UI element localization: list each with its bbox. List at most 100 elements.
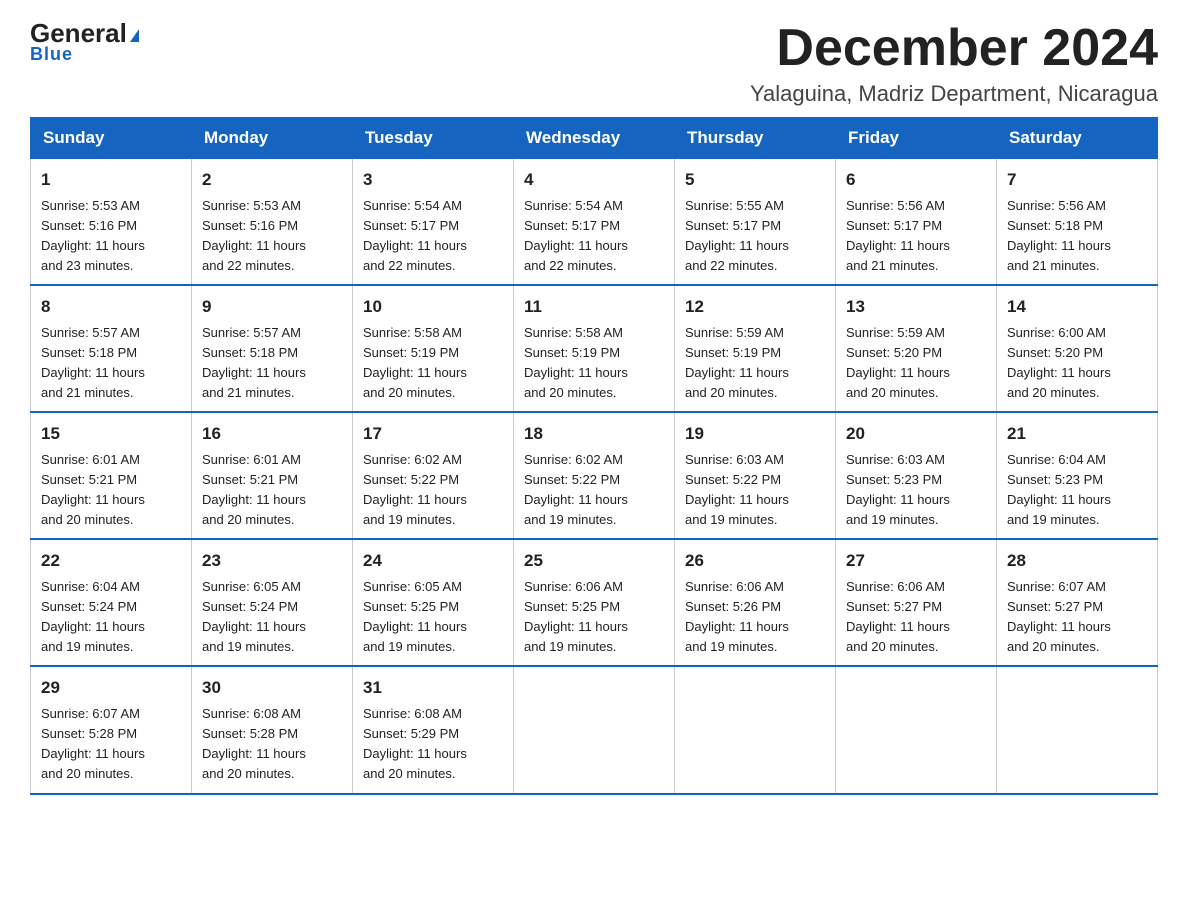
day-number: 31 bbox=[363, 675, 503, 701]
logo-general-text: General bbox=[30, 20, 139, 46]
month-year-title: December 2024 bbox=[750, 20, 1158, 77]
day-info: Sunrise: 6:07 AMSunset: 5:28 PMDaylight:… bbox=[41, 706, 145, 781]
calendar-day-cell: 27 Sunrise: 6:06 AMSunset: 5:27 PMDaylig… bbox=[836, 539, 997, 666]
empty-cell bbox=[836, 666, 997, 793]
calendar-day-cell: 5 Sunrise: 5:55 AMSunset: 5:17 PMDayligh… bbox=[675, 159, 836, 286]
calendar-day-cell: 31 Sunrise: 6:08 AMSunset: 5:29 PMDaylig… bbox=[353, 666, 514, 793]
day-number: 8 bbox=[41, 294, 181, 320]
day-info: Sunrise: 6:04 AMSunset: 5:24 PMDaylight:… bbox=[41, 579, 145, 654]
calendar-week-row: 1 Sunrise: 5:53 AMSunset: 5:16 PMDayligh… bbox=[31, 159, 1158, 286]
day-info: Sunrise: 5:53 AMSunset: 5:16 PMDaylight:… bbox=[202, 198, 306, 273]
weekday-header-sunday: Sunday bbox=[31, 118, 192, 159]
day-number: 16 bbox=[202, 421, 342, 447]
day-info: Sunrise: 6:04 AMSunset: 5:23 PMDaylight:… bbox=[1007, 452, 1111, 527]
calendar-day-cell: 2 Sunrise: 5:53 AMSunset: 5:16 PMDayligh… bbox=[192, 159, 353, 286]
day-number: 5 bbox=[685, 167, 825, 193]
day-info: Sunrise: 5:59 AMSunset: 5:19 PMDaylight:… bbox=[685, 325, 789, 400]
day-info: Sunrise: 6:06 AMSunset: 5:25 PMDaylight:… bbox=[524, 579, 628, 654]
day-info: Sunrise: 5:56 AMSunset: 5:17 PMDaylight:… bbox=[846, 198, 950, 273]
weekday-header-friday: Friday bbox=[836, 118, 997, 159]
day-number: 19 bbox=[685, 421, 825, 447]
calendar-day-cell: 1 Sunrise: 5:53 AMSunset: 5:16 PMDayligh… bbox=[31, 159, 192, 286]
calendar-day-cell: 30 Sunrise: 6:08 AMSunset: 5:28 PMDaylig… bbox=[192, 666, 353, 793]
day-info: Sunrise: 6:06 AMSunset: 5:26 PMDaylight:… bbox=[685, 579, 789, 654]
day-number: 15 bbox=[41, 421, 181, 447]
day-info: Sunrise: 5:55 AMSunset: 5:17 PMDaylight:… bbox=[685, 198, 789, 273]
calendar-day-cell: 29 Sunrise: 6:07 AMSunset: 5:28 PMDaylig… bbox=[31, 666, 192, 793]
day-info: Sunrise: 6:06 AMSunset: 5:27 PMDaylight:… bbox=[846, 579, 950, 654]
day-info: Sunrise: 6:01 AMSunset: 5:21 PMDaylight:… bbox=[202, 452, 306, 527]
day-info: Sunrise: 6:05 AMSunset: 5:24 PMDaylight:… bbox=[202, 579, 306, 654]
empty-cell bbox=[675, 666, 836, 793]
day-info: Sunrise: 6:02 AMSunset: 5:22 PMDaylight:… bbox=[524, 452, 628, 527]
day-info: Sunrise: 6:03 AMSunset: 5:23 PMDaylight:… bbox=[846, 452, 950, 527]
calendar-day-cell: 26 Sunrise: 6:06 AMSunset: 5:26 PMDaylig… bbox=[675, 539, 836, 666]
day-number: 10 bbox=[363, 294, 503, 320]
empty-cell bbox=[514, 666, 675, 793]
calendar-week-row: 15 Sunrise: 6:01 AMSunset: 5:21 PMDaylig… bbox=[31, 412, 1158, 539]
weekday-header-saturday: Saturday bbox=[997, 118, 1158, 159]
day-info: Sunrise: 6:08 AMSunset: 5:29 PMDaylight:… bbox=[363, 706, 467, 781]
logo: General Blue bbox=[30, 20, 139, 65]
day-info: Sunrise: 5:57 AMSunset: 5:18 PMDaylight:… bbox=[202, 325, 306, 400]
day-number: 17 bbox=[363, 421, 503, 447]
calendar-day-cell: 24 Sunrise: 6:05 AMSunset: 5:25 PMDaylig… bbox=[353, 539, 514, 666]
calendar-day-cell: 10 Sunrise: 5:58 AMSunset: 5:19 PMDaylig… bbox=[353, 285, 514, 412]
calendar-day-cell: 13 Sunrise: 5:59 AMSunset: 5:20 PMDaylig… bbox=[836, 285, 997, 412]
calendar-day-cell: 28 Sunrise: 6:07 AMSunset: 5:27 PMDaylig… bbox=[997, 539, 1158, 666]
day-info: Sunrise: 5:57 AMSunset: 5:18 PMDaylight:… bbox=[41, 325, 145, 400]
day-number: 24 bbox=[363, 548, 503, 574]
day-number: 30 bbox=[202, 675, 342, 701]
day-number: 6 bbox=[846, 167, 986, 193]
calendar-header-row: SundayMondayTuesdayWednesdayThursdayFrid… bbox=[31, 118, 1158, 159]
calendar-day-cell: 9 Sunrise: 5:57 AMSunset: 5:18 PMDayligh… bbox=[192, 285, 353, 412]
day-info: Sunrise: 6:03 AMSunset: 5:22 PMDaylight:… bbox=[685, 452, 789, 527]
calendar-day-cell: 17 Sunrise: 6:02 AMSunset: 5:22 PMDaylig… bbox=[353, 412, 514, 539]
day-number: 7 bbox=[1007, 167, 1147, 193]
day-info: Sunrise: 6:08 AMSunset: 5:28 PMDaylight:… bbox=[202, 706, 306, 781]
day-number: 21 bbox=[1007, 421, 1147, 447]
weekday-header-thursday: Thursday bbox=[675, 118, 836, 159]
calendar-day-cell: 11 Sunrise: 5:58 AMSunset: 5:19 PMDaylig… bbox=[514, 285, 675, 412]
day-number: 14 bbox=[1007, 294, 1147, 320]
calendar-week-row: 29 Sunrise: 6:07 AMSunset: 5:28 PMDaylig… bbox=[31, 666, 1158, 793]
day-number: 26 bbox=[685, 548, 825, 574]
day-info: Sunrise: 6:01 AMSunset: 5:21 PMDaylight:… bbox=[41, 452, 145, 527]
title-area: December 2024 Yalaguina, Madriz Departme… bbox=[750, 20, 1158, 107]
calendar-day-cell: 12 Sunrise: 5:59 AMSunset: 5:19 PMDaylig… bbox=[675, 285, 836, 412]
day-number: 23 bbox=[202, 548, 342, 574]
day-number: 27 bbox=[846, 548, 986, 574]
day-number: 12 bbox=[685, 294, 825, 320]
logo-blue-text: Blue bbox=[30, 44, 73, 65]
calendar-table: SundayMondayTuesdayWednesdayThursdayFrid… bbox=[30, 117, 1158, 794]
weekday-header-tuesday: Tuesday bbox=[353, 118, 514, 159]
calendar-day-cell: 20 Sunrise: 6:03 AMSunset: 5:23 PMDaylig… bbox=[836, 412, 997, 539]
weekday-header-wednesday: Wednesday bbox=[514, 118, 675, 159]
calendar-week-row: 22 Sunrise: 6:04 AMSunset: 5:24 PMDaylig… bbox=[31, 539, 1158, 666]
day-number: 28 bbox=[1007, 548, 1147, 574]
day-number: 4 bbox=[524, 167, 664, 193]
day-number: 25 bbox=[524, 548, 664, 574]
weekday-header-monday: Monday bbox=[192, 118, 353, 159]
empty-cell bbox=[997, 666, 1158, 793]
day-info: Sunrise: 5:54 AMSunset: 5:17 PMDaylight:… bbox=[363, 198, 467, 273]
calendar-day-cell: 7 Sunrise: 5:56 AMSunset: 5:18 PMDayligh… bbox=[997, 159, 1158, 286]
calendar-day-cell: 15 Sunrise: 6:01 AMSunset: 5:21 PMDaylig… bbox=[31, 412, 192, 539]
calendar-day-cell: 8 Sunrise: 5:57 AMSunset: 5:18 PMDayligh… bbox=[31, 285, 192, 412]
day-info: Sunrise: 6:07 AMSunset: 5:27 PMDaylight:… bbox=[1007, 579, 1111, 654]
day-number: 22 bbox=[41, 548, 181, 574]
calendar-day-cell: 19 Sunrise: 6:03 AMSunset: 5:22 PMDaylig… bbox=[675, 412, 836, 539]
calendar-day-cell: 21 Sunrise: 6:04 AMSunset: 5:23 PMDaylig… bbox=[997, 412, 1158, 539]
day-number: 29 bbox=[41, 675, 181, 701]
day-info: Sunrise: 6:05 AMSunset: 5:25 PMDaylight:… bbox=[363, 579, 467, 654]
day-number: 1 bbox=[41, 167, 181, 193]
calendar-day-cell: 25 Sunrise: 6:06 AMSunset: 5:25 PMDaylig… bbox=[514, 539, 675, 666]
day-info: Sunrise: 5:56 AMSunset: 5:18 PMDaylight:… bbox=[1007, 198, 1111, 273]
location-subtitle: Yalaguina, Madriz Department, Nicaragua bbox=[750, 81, 1158, 107]
calendar-day-cell: 22 Sunrise: 6:04 AMSunset: 5:24 PMDaylig… bbox=[31, 539, 192, 666]
calendar-week-row: 8 Sunrise: 5:57 AMSunset: 5:18 PMDayligh… bbox=[31, 285, 1158, 412]
day-number: 13 bbox=[846, 294, 986, 320]
page-header: General Blue December 2024 Yalaguina, Ma… bbox=[30, 20, 1158, 107]
day-info: Sunrise: 5:58 AMSunset: 5:19 PMDaylight:… bbox=[363, 325, 467, 400]
calendar-day-cell: 14 Sunrise: 6:00 AMSunset: 5:20 PMDaylig… bbox=[997, 285, 1158, 412]
